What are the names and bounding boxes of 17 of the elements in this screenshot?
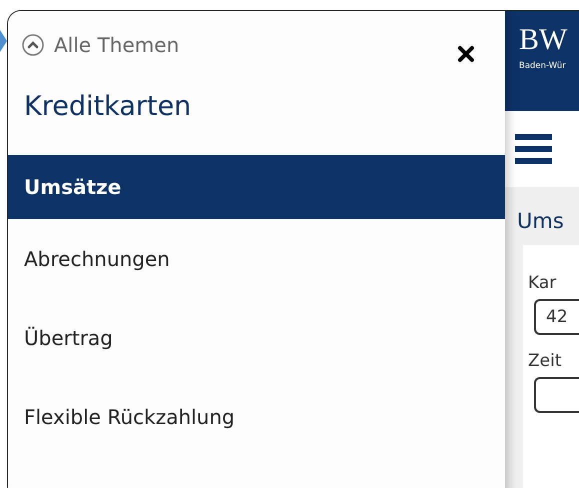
- menu-item[interactable]: Flexible Rückzahlung: [8, 377, 505, 456]
- logo-text: BW: [519, 25, 568, 55]
- pointer-icon: [0, 30, 7, 52]
- menu-icon[interactable]: [515, 133, 552, 165]
- field-label: Kar: [528, 273, 558, 293]
- field-label: Zeit: [528, 351, 562, 371]
- menu-item[interactable]: Übertrag: [8, 298, 505, 377]
- input-field[interactable]: 42: [534, 299, 579, 335]
- drawer-title: Kreditkarten: [23, 90, 192, 124]
- menu-item[interactable]: Umsätze: [8, 155, 505, 219]
- page-title: Ums: [516, 208, 565, 235]
- input-field[interactable]: [534, 377, 579, 413]
- chevron-up-icon: [22, 34, 44, 56]
- logo-subtitle: Baden-Wür: [519, 61, 567, 71]
- close-icon[interactable]: [457, 45, 475, 63]
- menu-item[interactable]: Abrechnungen: [8, 219, 505, 298]
- back-link[interactable]: Alle Themen: [22, 33, 180, 57]
